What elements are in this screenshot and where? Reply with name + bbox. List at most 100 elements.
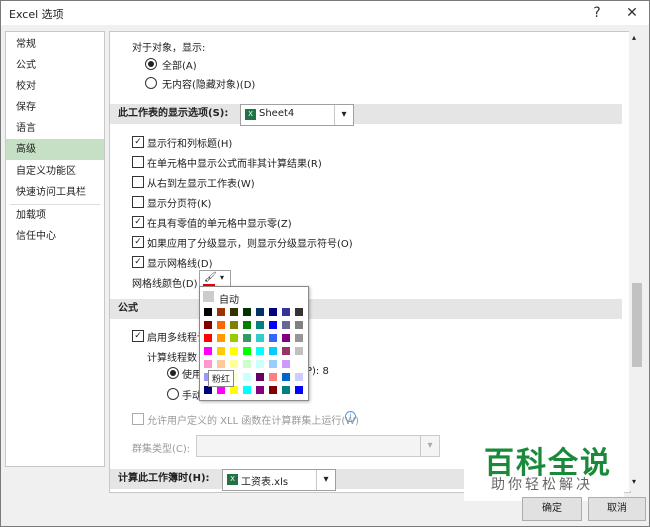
checkbox-page-breaks[interactable] [132, 196, 144, 208]
ok-button[interactable]: 确定 [522, 497, 582, 521]
chevron-down-icon: ▾ [420, 436, 439, 456]
nav-item-general[interactable]: 常规 [6, 34, 104, 55]
option-label: 显示网格线(D) [147, 259, 213, 270]
cancel-button[interactable]: 取消 [588, 497, 646, 521]
chevron-down-icon[interactable]: ▾ [334, 105, 353, 125]
watermark-slogan: 助你轻松解决 [491, 477, 593, 493]
color-swatch[interactable] [268, 346, 278, 356]
checkbox-outline-symbols[interactable]: ✓ [132, 236, 144, 248]
checkbox-show-formulas[interactable] [132, 156, 144, 168]
help-button[interactable]: ? [583, 3, 611, 23]
color-swatch[interactable] [281, 320, 291, 330]
nav-item-language[interactable]: 语言 [6, 118, 104, 139]
option-label: 如果应用了分级显示，则显示分级显示符号(O) [147, 239, 353, 250]
color-swatch[interactable] [294, 346, 304, 356]
color-swatch[interactable] [255, 372, 265, 382]
color-swatch[interactable] [268, 307, 278, 317]
cluster-type-label: 群集类型(C): [132, 444, 191, 455]
color-swatch[interactable] [203, 346, 213, 356]
workbook-section-label: 计算此工作簿时(H): [118, 473, 210, 484]
color-swatch[interactable] [268, 333, 278, 343]
checkbox-right-to-left[interactable] [132, 176, 144, 188]
color-swatch[interactable] [281, 385, 291, 395]
color-swatch[interactable] [229, 359, 239, 369]
checkbox-xll[interactable] [132, 413, 144, 425]
color-swatch[interactable] [294, 320, 304, 330]
color-swatch[interactable] [255, 385, 265, 395]
radio-show-all[interactable] [145, 58, 157, 70]
cluster-type-select[interactable]: ▾ [196, 435, 440, 457]
color-swatch[interactable] [255, 307, 265, 317]
nav-item-quick-access[interactable]: 快速访问工具栏 [6, 182, 104, 203]
color-swatch[interactable] [268, 359, 278, 369]
workbook-select[interactable]: X 工资表.xls ▾ [222, 469, 336, 491]
color-swatch[interactable] [229, 333, 239, 343]
color-swatch[interactable] [294, 385, 304, 395]
scrollbar-thumb[interactable] [632, 283, 642, 367]
color-swatch[interactable] [268, 385, 278, 395]
color-swatch[interactable] [216, 320, 226, 330]
color-swatch[interactable] [216, 307, 226, 317]
color-swatch[interactable] [229, 307, 239, 317]
paint-bucket-icon: 🖌 [204, 272, 217, 283]
color-swatch[interactable] [242, 307, 252, 317]
radio-hide-objects[interactable] [145, 77, 157, 89]
color-swatch[interactable] [255, 346, 265, 356]
color-swatch[interactable] [255, 359, 265, 369]
option-label: 在单元格中显示公式而非其计算结果(R) [147, 159, 322, 170]
radio-manual-threads[interactable] [167, 388, 179, 400]
radio-use-all-processors[interactable] [167, 367, 179, 379]
scroll-down-icon[interactable]: ▾ [632, 477, 636, 486]
sheet-select[interactable]: X Sheet4 ▾ [240, 104, 354, 126]
color-swatch[interactable] [203, 307, 213, 317]
color-swatch[interactable] [203, 333, 213, 343]
chevron-down-icon[interactable]: ▾ [316, 470, 335, 490]
nav-item-advanced[interactable]: 高级 [6, 139, 104, 160]
color-swatch[interactable] [229, 346, 239, 356]
processor-count: P): 8 [306, 366, 329, 377]
color-swatch[interactable] [242, 385, 252, 395]
color-swatch[interactable] [294, 333, 304, 343]
close-button[interactable]: ✕ [618, 3, 646, 23]
checkbox-gridlines[interactable]: ✓ [132, 256, 144, 268]
color-swatch[interactable] [242, 333, 252, 343]
color-swatch[interactable] [294, 372, 304, 382]
nav-item-save[interactable]: 保存 [6, 97, 104, 118]
color-swatch[interactable] [281, 333, 291, 343]
color-swatch[interactable] [255, 320, 265, 330]
color-swatch[interactable] [281, 372, 291, 382]
color-swatch[interactable] [203, 320, 213, 330]
vertical-scrollbar[interactable]: ▴ ▾ [629, 31, 643, 491]
color-swatch[interactable] [281, 346, 291, 356]
scroll-up-icon[interactable]: ▴ [632, 33, 636, 42]
color-swatch[interactable] [229, 320, 239, 330]
color-swatch[interactable] [216, 333, 226, 343]
nav-item-trust-center[interactable]: 信任中心 [6, 226, 104, 247]
nav-item-customize-ribbon[interactable]: 自定义功能区 [6, 161, 104, 182]
nav-item-formulas[interactable]: 公式 [6, 55, 104, 76]
color-swatch[interactable] [216, 346, 226, 356]
checkbox-show-zero[interactable]: ✓ [132, 216, 144, 228]
checkbox-multithread[interactable]: ✓ [132, 330, 144, 342]
color-swatch[interactable] [216, 359, 226, 369]
excel-file-icon: X [227, 474, 238, 485]
sheet-select-value: Sheet4 [259, 108, 295, 119]
auto-color-label[interactable]: 自动 [219, 291, 239, 306]
color-swatch[interactable] [294, 359, 304, 369]
auto-color-swatch[interactable] [203, 291, 214, 302]
color-swatch[interactable] [242, 359, 252, 369]
color-swatch[interactable] [294, 307, 304, 317]
color-swatch[interactable] [281, 359, 291, 369]
color-swatch[interactable] [281, 307, 291, 317]
color-swatch[interactable] [242, 346, 252, 356]
color-swatch[interactable] [203, 359, 213, 369]
color-swatch[interactable] [242, 372, 252, 382]
title-bar: Excel 选项 ? ✕ [1, 1, 649, 25]
checkbox-show-headers[interactable]: ✓ [132, 136, 144, 148]
color-swatch[interactable] [268, 372, 278, 382]
nav-item-addins[interactable]: 加载项 [6, 205, 104, 226]
color-swatch[interactable] [255, 333, 265, 343]
nav-item-proofing[interactable]: 校对 [6, 76, 104, 97]
color-swatch[interactable] [268, 320, 278, 330]
color-swatch[interactable] [242, 320, 252, 330]
